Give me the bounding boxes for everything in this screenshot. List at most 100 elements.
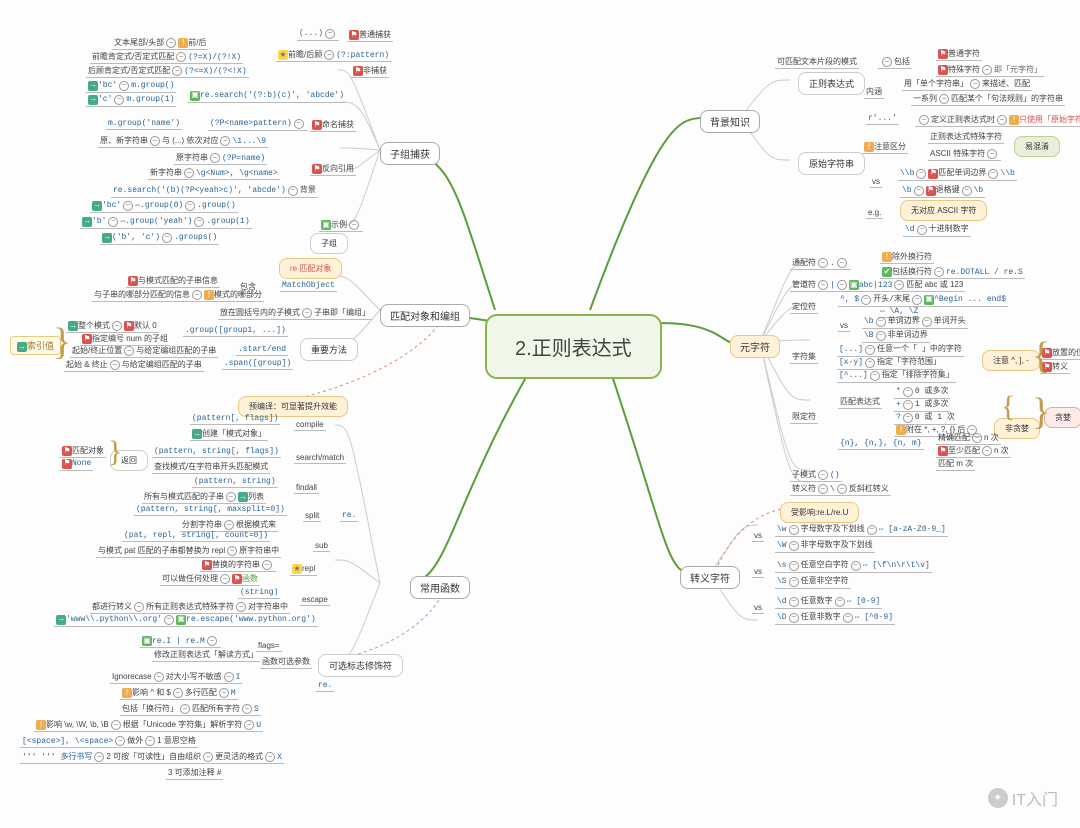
func-S: 包括「换行符」−匹配所有字符−S bbox=[120, 702, 261, 716]
func-escape2: 都进行转义−所有正则表达式特殊字符−对字符串中 bbox=[90, 600, 290, 614]
func-repl: ★repl bbox=[290, 563, 317, 576]
grp-t1: 文本尾部/头部−!前/后 bbox=[112, 36, 208, 50]
match-span: .span([group]) bbox=[222, 358, 293, 370]
bg-raw[interactable]: 原始字符串 bbox=[798, 152, 865, 175]
bg-inner: 内涵 bbox=[864, 85, 884, 99]
bg-regex-def: 可匹配文本片段的模式 bbox=[775, 55, 859, 69]
meta-pipe: 管道符−|−▣abc|123−匹配 abc 或 123 bbox=[790, 278, 965, 292]
meta-q5: {n}, {n,}, {n, m} bbox=[838, 438, 924, 450]
grp-t3: 后顾肯定式/否定式匹配−(?<=X)/(?<!X) bbox=[86, 64, 249, 78]
bg-inner1: 用「单个字符串」−来描述、匹配 bbox=[902, 77, 1032, 91]
watermark-text: IT入门 bbox=[1012, 786, 1058, 810]
meta-anchor: 定位符 bbox=[790, 300, 818, 314]
root-node[interactable]: 2.正则表达式 bbox=[485, 314, 662, 379]
bg-plain: ⚑普通字符 bbox=[936, 47, 982, 61]
grp-o3: 新字符串−\g<Num>, \g<name> bbox=[148, 166, 280, 180]
grp-rs: ▣re.search('(?:b)(c)', 'abcde') bbox=[188, 90, 346, 103]
grp-groupt: 子组 bbox=[310, 233, 348, 254]
meta-q5a: 精确匹配−n 次 bbox=[936, 431, 1001, 445]
branch-meta[interactable]: 元字符 bbox=[730, 335, 780, 358]
func-X4: 3 可添加注释 # bbox=[166, 766, 223, 780]
func-I: Ignorecase−对大小写不敏感−I bbox=[110, 670, 242, 684]
grp-unnamed: ⚑非捕获 bbox=[351, 64, 389, 78]
grp-named: ⚑命名捕获 bbox=[310, 118, 356, 132]
grp-c: →'c'−m.group(1) bbox=[86, 94, 176, 107]
bg-attn2: ASCII 特殊字符− bbox=[928, 147, 1001, 161]
esc-vs2: vs bbox=[752, 566, 764, 578]
meta-anchor2: vs bbox=[838, 320, 850, 332]
meta-wildcard-b: ✔包括换行符−re.DOTALL / re.S bbox=[880, 265, 1025, 279]
brace-right-greedy: } bbox=[1032, 390, 1050, 434]
bg-inner2: 一系列−匹配某个「句法规则」的字符串 bbox=[911, 92, 1065, 106]
brace-left-ret: { bbox=[108, 435, 122, 469]
func-X: ''' ''' 多行书写−2 可按「可读性」自由组织−更灵活的格式−X bbox=[20, 750, 284, 764]
bg-vs1: \\b−⚑匹配单词边界−\\b bbox=[898, 166, 1017, 181]
match-title: re 匹配对象 bbox=[279, 258, 342, 279]
func-flags[interactable]: 可选标志修饰符 bbox=[318, 654, 403, 677]
bg-eg: e.g. bbox=[866, 207, 883, 219]
func-escape5: →'www\\.python\\.org'−▣re.escape('www.py… bbox=[54, 614, 318, 627]
func-findall: findall bbox=[294, 482, 319, 494]
branch-escape[interactable]: 转义字符 bbox=[680, 566, 740, 589]
root-label: 2.正则表达式 bbox=[515, 332, 632, 361]
bg-special: ⚑特殊字符−即「元字符」 bbox=[936, 63, 1044, 77]
meta-quant: 限定符 bbox=[790, 410, 818, 424]
match-grp1: →整个模式−⚑默认 0 bbox=[66, 319, 159, 333]
func-flags2: 函数可选参数 bbox=[260, 655, 312, 669]
func-ret2: ⚑None bbox=[60, 458, 93, 471]
match-obj: MatchObject bbox=[280, 280, 337, 292]
grp-normal: ⚑普通捕获 bbox=[347, 28, 393, 42]
match-methods[interactable]: 重要方法 bbox=[300, 338, 358, 361]
meta-escchar: 转义符−\−反斜杠转义 bbox=[790, 482, 891, 496]
grp-e1: →'bc'−⇔.group(0)−.group() bbox=[90, 200, 238, 213]
esc-d: \d−任意数字−⇔ [0-9] bbox=[775, 594, 882, 609]
bg-contain: −包括 bbox=[878, 55, 912, 69]
func-M: !影响 ^ 和 $−多行匹配−M bbox=[120, 686, 238, 700]
func-sub2: 与模式 pat 匹配的子串都替换为 repl−原字符串中 bbox=[96, 544, 281, 558]
grp-eg: ▣示例− bbox=[319, 218, 363, 232]
bg-raw-r: r'...' bbox=[866, 113, 899, 125]
esc-vs1: vs bbox=[752, 530, 764, 542]
meta-submode: 子模式−() bbox=[790, 468, 842, 482]
watermark: ✦ IT入门 bbox=[988, 786, 1058, 810]
meta-q5c: ⚑至少匹配−n 次 bbox=[936, 444, 1011, 458]
bg-vs: vs bbox=[870, 176, 882, 188]
meta-charset: 字符集 bbox=[790, 350, 818, 364]
esc-D: \D−任意非数字−⇔ [^0-9] bbox=[775, 610, 895, 625]
grp-back: ⚑反向引用 bbox=[310, 162, 356, 176]
branch-func[interactable]: 常用函数 bbox=[410, 576, 470, 599]
func-compile1: (pattern[, flags]) bbox=[190, 413, 280, 425]
func-ret1: ⚑匹配对象 bbox=[60, 444, 106, 458]
meta-q5e: 匹配 m 次 bbox=[936, 457, 975, 471]
bg-raw-def: −定义正则表达式时−!只使用「原始字符串」 bbox=[915, 113, 1080, 127]
branch-match[interactable]: 匹配对象和编组 bbox=[380, 304, 470, 327]
branch-group[interactable]: 子组捕获 bbox=[380, 142, 440, 165]
grp-o2: 原字符串−(?P=name) bbox=[174, 151, 267, 165]
brace-right-note: { bbox=[1032, 334, 1050, 378]
func-compile: compile bbox=[294, 419, 326, 431]
func-re1: re. bbox=[340, 510, 358, 522]
esc-title: 受影响:re.L/re.U bbox=[780, 502, 859, 523]
grp-orig: 原、新字符串−与 (...) 依次对应−\1...\9 bbox=[98, 134, 268, 148]
meta-qdef: 匹配表达式 bbox=[838, 395, 882, 409]
func-escape: escape bbox=[300, 594, 330, 606]
bg-noascii: 无对应 ASCII 字符 bbox=[900, 200, 987, 221]
grp-e2: →'b'−⇔.group('yeah')−.group(1) bbox=[80, 216, 252, 229]
grp-e3: →('b', 'c')−.groups() bbox=[100, 232, 219, 245]
func-findall1: (pattern, string) bbox=[192, 476, 278, 488]
func-L: [<space>], \<space>−做外−1 意思空格 bbox=[20, 734, 198, 748]
bg-attn-tag: 易混淆 bbox=[1014, 136, 1060, 157]
meta-anchor1: ^, $−开头/末尾−▣^Begin ... end$ bbox=[838, 292, 1008, 307]
esc-w: \w−字母数字及下划线−⇔ [a-zA-Z0-9_] bbox=[775, 522, 948, 537]
bg-regex[interactable]: 正则表达式 bbox=[798, 72, 865, 95]
func-search: search/match bbox=[294, 452, 346, 464]
match-span1: 起始 & 终止−与给定编组匹配的子串 bbox=[64, 358, 204, 372]
brace-left-idx: { bbox=[53, 320, 71, 364]
branch-bg[interactable]: 背景知识 bbox=[700, 110, 760, 133]
match-grp5: 放在圆括号内的子模式−子串即「编组」 bbox=[218, 306, 372, 320]
grp-named1: (?P<name>pattern)− bbox=[208, 118, 308, 131]
esc-s: \s−任意空白字符−⇔ [\f\n\r\t\v] bbox=[775, 558, 932, 573]
func-flags3: 修改正则表达式「解读方式」 bbox=[152, 648, 260, 662]
match-se: .start/end bbox=[236, 344, 288, 356]
bg-vs2: \b−⚑退格键−\b bbox=[900, 183, 985, 198]
